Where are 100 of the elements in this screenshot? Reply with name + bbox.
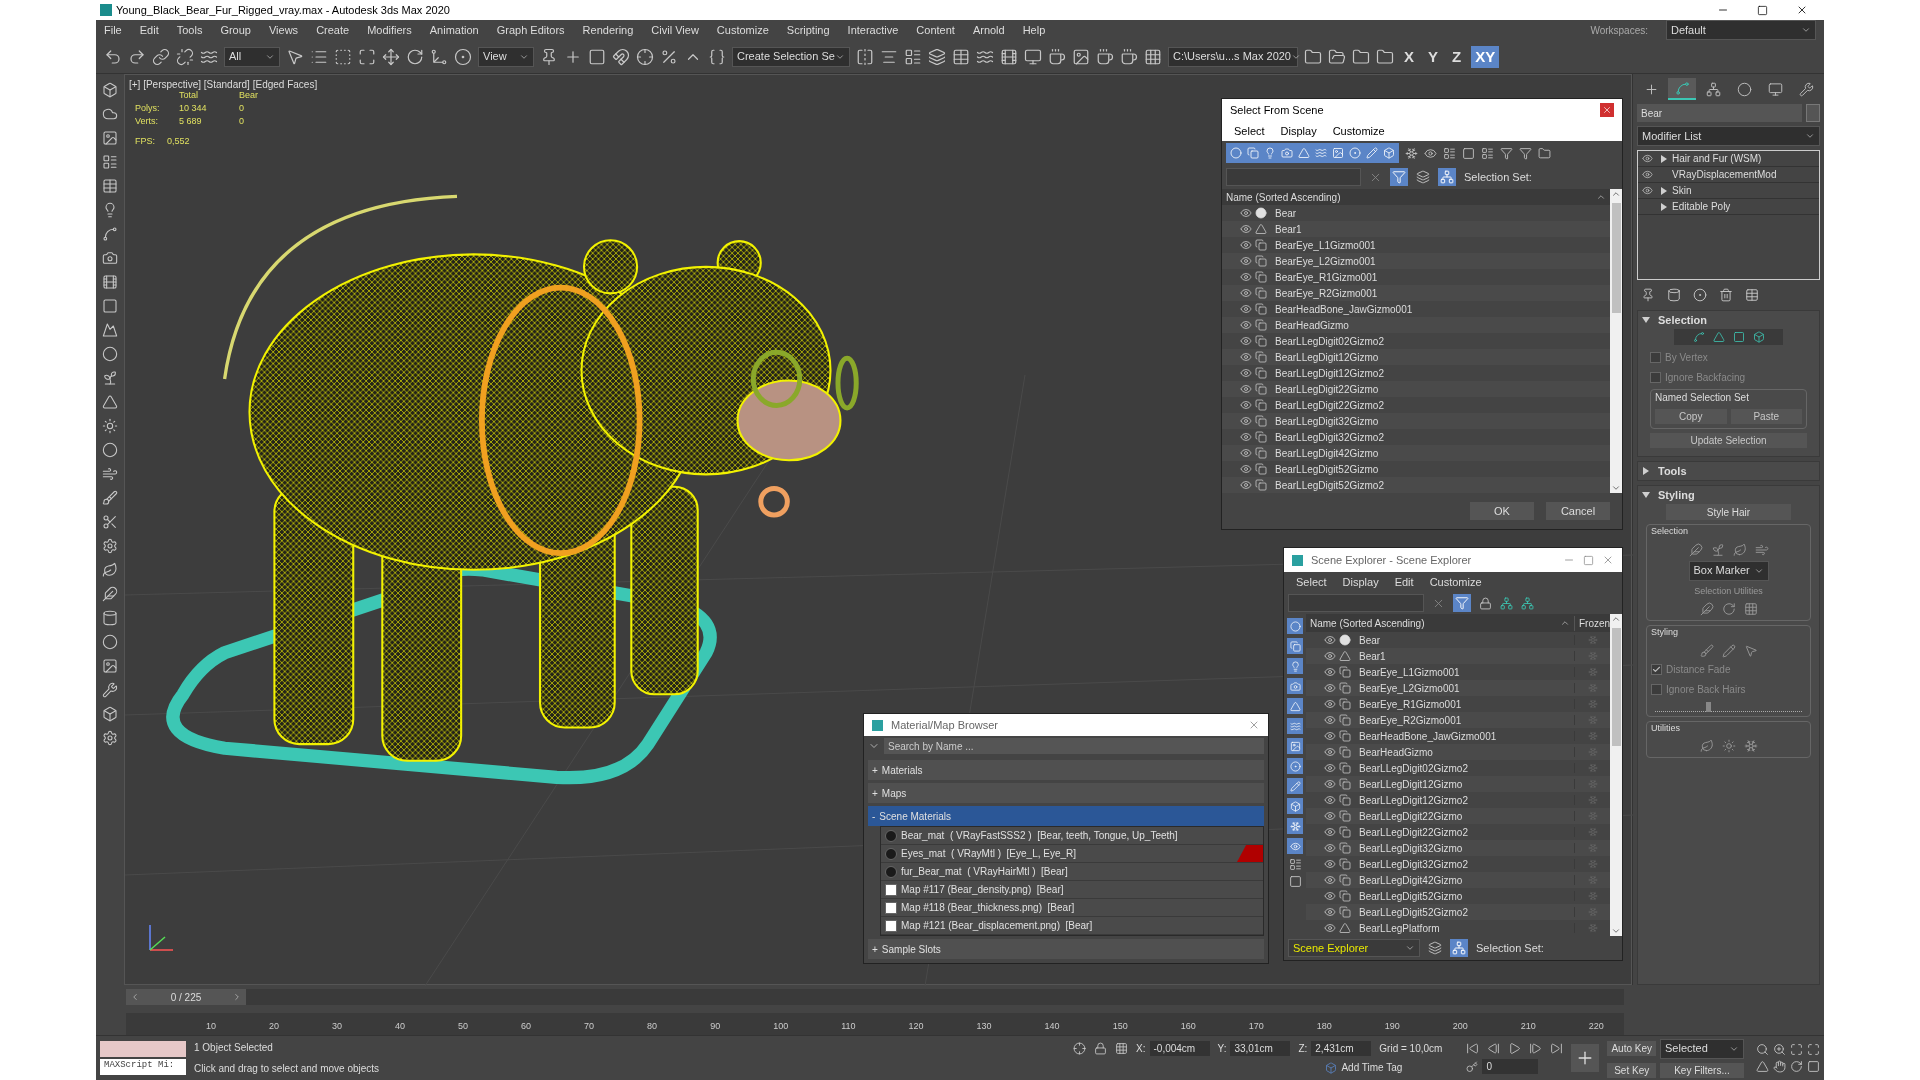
time-slider[interactable]: 0 / 225 <box>126 989 1624 1005</box>
menu-item[interactable]: Group <box>220 21 251 39</box>
menu-item[interactable]: Interactive <box>847 21 899 39</box>
selection-filter-dropdown[interactable]: All <box>224 46 280 67</box>
object-name: BearLLegDigit22Gizmo2 <box>1359 825 1469 840</box>
named-set-button[interactable]: Copy <box>1655 409 1727 424</box>
scene-list-row[interactable]: BearLLegDigit32Gizmo <box>1306 840 1610 856</box>
cancel-button[interactable]: Cancel <box>1546 502 1610 520</box>
checkbox-label: Ignore Backfacing <box>1665 370 1746 385</box>
frame-field[interactable]: 0 <box>1482 1059 1539 1074</box>
category-header[interactable]: + Materials <box>868 760 1264 780</box>
menu-item[interactable]: Animation <box>429 21 479 39</box>
scene-list-row[interactable]: BearLLegDigit32Gizmo <box>1222 413 1610 429</box>
menu-item[interactable]: Customize <box>1332 122 1385 140</box>
selection-set-dropdown[interactable]: Create Selection Se <box>732 46 850 67</box>
category-header[interactable]: + Maps <box>868 783 1264 803</box>
rollout-header[interactable]: Styling <box>1638 486 1819 504</box>
menu-item[interactable]: Content <box>916 21 955 39</box>
scene-list-row[interactable]: BearLLegDigit12Gizmo <box>1222 349 1610 365</box>
menu-item[interactable]: Graph Editors <box>496 21 565 39</box>
menu-item[interactable]: Select <box>1296 573 1327 591</box>
scene-list-row[interactable]: BearEye_R2Gizmo001 <box>1306 712 1610 728</box>
material-list-item[interactable]: fur_Bear_mat ( VRayHairMtl ) [Bear] <box>881 863 1263 881</box>
key-mode-dropdown[interactable]: Selected <box>1660 1038 1744 1059</box>
column-header[interactable]: Name (Sorted Ascending) <box>1222 189 1610 205</box>
scene-list-row[interactable]: BearHeadGizmo <box>1222 317 1610 333</box>
material-list-item[interactable]: Map #117 (Bear_density.png) [Bear] <box>881 881 1263 899</box>
scene-list-row[interactable]: BearLLegDigit22Gizmo <box>1222 381 1610 397</box>
reference-coordinate-dropdown[interactable]: View <box>478 46 534 67</box>
menu-item[interactable]: Arnold <box>972 21 1005 39</box>
modifier-stack-item[interactable]: VRayDisplacementMod <box>1638 167 1819 183</box>
marker-dropdown[interactable]: Box Marker <box>1688 560 1769 581</box>
menu-item[interactable]: Scripting <box>786 21 830 39</box>
category-header[interactable]: + Sample Slots <box>868 939 1264 959</box>
viewport-label[interactable]: [+] [Perspective] [Standard] [Edged Faces] <box>129 77 318 92</box>
scene-list-row[interactable]: Bear1 <box>1222 221 1610 237</box>
update-selection-button[interactable]: Update Selection <box>1650 433 1807 448</box>
axis-constraint-button[interactable]: XY <box>1471 45 1500 68</box>
material-list-item[interactable]: Map #118 (Bear_thickness.png) [Bear] <box>881 899 1263 917</box>
menu-item[interactable]: Rendering <box>582 21 634 39</box>
scene-list-row[interactable]: BearLLegDigit12Gizmo <box>1306 776 1610 792</box>
explorer-dropdown[interactable]: Scene Explorer <box>1288 939 1420 957</box>
workspace-dropdown[interactable]: Default <box>1666 20 1816 40</box>
rollout-header[interactable]: Tools <box>1638 462 1819 480</box>
menu-item[interactable]: Views <box>268 21 299 39</box>
menu-item[interactable]: Display <box>1280 122 1317 140</box>
menu-item[interactable]: Select <box>1234 122 1265 140</box>
menu-item[interactable]: Help <box>1022 21 1046 39</box>
object-name: BearLLegDigit32Gizmo <box>1359 841 1464 856</box>
object-name-field[interactable]: Bear <box>1637 104 1802 122</box>
time-slider-thumb[interactable]: 0 / 225 <box>126 989 246 1005</box>
key-filters-button[interactable]: Key Filters... <box>1660 1062 1744 1078</box>
scene-list-row[interactable]: BearLLegDigit52Gizmo2 <box>1306 904 1610 920</box>
maxscript-field[interactable]: MAXScript Mi: <box>100 1059 186 1075</box>
menu-item[interactable]: Create <box>316 21 350 39</box>
scene-list-row[interactable]: BearLLegDigit42Gizmo <box>1222 445 1610 461</box>
ok-button[interactable]: OK <box>1470 502 1534 520</box>
menu-item[interactable]: Customize <box>716 21 769 39</box>
auto-key-button[interactable]: Auto Key <box>1607 1041 1656 1056</box>
axis-constraint-button[interactable]: X <box>1400 45 1418 68</box>
scene-list-row[interactable]: BearLLegDigit42Gizmo <box>1306 872 1610 888</box>
scene-list-row[interactable]: BearEye_L2Gizmo001 <box>1222 253 1610 269</box>
scene-list-row[interactable]: BearEye_R2Gizmo001 <box>1222 285 1610 301</box>
axis-constraint-button[interactable]: Y <box>1424 45 1443 68</box>
material-list-item[interactable]: Map #121 (Bear_displacement.png) [Bear] <box>881 917 1263 935</box>
scene-list-row[interactable]: BearLLegDigit52Gizmo2 <box>1222 477 1610 493</box>
coordinate-field[interactable]: 2,431cm <box>1311 1041 1372 1056</box>
menu-item[interactable]: Edit <box>1394 573 1414 591</box>
modifier-stack-item[interactable]: Hair and Fur (WSM) <box>1638 151 1819 167</box>
object-name: BearHeadGizmo <box>1275 318 1350 333</box>
style-hair-button[interactable]: Style Hair <box>1666 504 1791 520</box>
axis-constraint-button[interactable]: Z <box>1448 45 1466 68</box>
group-label: Selection Utilities <box>1694 584 1763 598</box>
add-time-tag-button[interactable]: Add Time Tag <box>1325 1060 1403 1075</box>
coordinate-field[interactable]: 33,01cm <box>1230 1041 1291 1056</box>
search-field[interactable]: Search by Name ... <box>884 738 1264 754</box>
project-folder-dropdown[interactable]: C:\Users\u...s Max 2020 <box>1168 46 1298 67</box>
modifier-stack-item[interactable]: Editable Poly <box>1638 199 1819 215</box>
menu-item[interactable]: Display <box>1342 573 1379 591</box>
modifier-list-dropdown[interactable]: Modifier List <box>1637 126 1820 146</box>
material-list-item[interactable]: Bear_mat ( VRayFastSSS2 ) [Bear, teeth, Tongue, Up_Teeth] <box>881 827 1263 845</box>
named-set-button[interactable]: Paste <box>1730 409 1802 424</box>
scene-list-row[interactable]: BearHeadGizmo <box>1306 744 1610 760</box>
column-header[interactable]: Name (Sorted Ascending) <box>1306 615 1574 631</box>
coordinate-field[interactable]: -0,004cm <box>1149 1041 1210 1056</box>
scene-list-row[interactable]: BearLLegDigit22Gizmo <box>1306 808 1610 824</box>
scene-list-row[interactable]: Bear1 <box>1306 648 1610 664</box>
set-key-button[interactable]: Set Key <box>1607 1062 1656 1078</box>
menu-item[interactable]: Customize <box>1429 573 1482 591</box>
menu-item[interactable]: File <box>104 21 122 39</box>
rollout-header[interactable]: Selection <box>1638 311 1819 329</box>
menu-item[interactable]: Modifiers <box>367 21 412 39</box>
menu-item[interactable]: Edit <box>139 21 159 39</box>
menu-item[interactable]: Tools <box>176 21 203 39</box>
scene-list-row[interactable]: BearEye_L2Gizmo001 <box>1306 680 1610 696</box>
category-header[interactable]: - Scene Materials <box>868 806 1264 826</box>
material-list-item[interactable]: Eyes_mat ( VRayMtl ) [Eye_L, Eye_R] <box>881 845 1263 863</box>
timeline-ruler[interactable]: 10 20 30 40 50 60 70 80 90 100 110 120 130 140 150 160 170 180 190 200 210 220 <box>126 1013 1624 1035</box>
modifier-stack-item[interactable]: Skin <box>1638 183 1819 199</box>
menu-item[interactable]: Civil View <box>651 21 699 39</box>
